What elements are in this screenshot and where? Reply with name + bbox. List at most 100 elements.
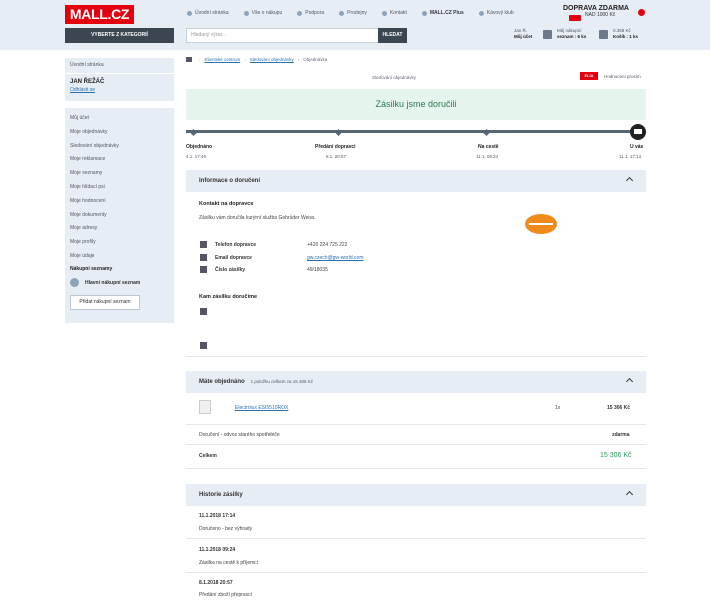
- divider: [186, 538, 646, 539]
- rating-badge[interactable]: ELIA: [580, 72, 598, 80]
- sidebar-item-orders[interactable]: Moje objednávky: [70, 127, 169, 141]
- history-text: Předání zboží přepravci: [199, 592, 252, 598]
- step-label: Objednáno: [186, 144, 213, 150]
- plus-icon: [421, 10, 427, 16]
- top-link-coffee[interactable]: Kávový klub: [478, 10, 514, 16]
- order-summary-header[interactable]: Máte objednáno 1 položku celkem za 15 306…: [186, 371, 646, 393]
- top-link-plus[interactable]: MALL.CZ Plus: [421, 10, 464, 16]
- sidebar-item-addresses[interactable]: Moje adresy: [70, 223, 169, 237]
- coffee-icon: [478, 10, 484, 16]
- sidebar-item-tracking[interactable]: Sledování objednávky: [70, 141, 169, 155]
- order-summary-title: Máte objednáno: [199, 379, 245, 385]
- breadcrumb-sep: ›: [244, 57, 246, 62]
- top-link-support[interactable]: Podpora: [297, 10, 324, 16]
- sidebar-nav: Můj účet Moje objednávky Sledování objed…: [65, 108, 174, 323]
- step-date: 8.1. 20:57: [326, 154, 347, 159]
- person-icon: [200, 308, 207, 315]
- phone-icon: [200, 342, 207, 349]
- list-icon: [70, 278, 79, 288]
- top-link-home[interactable]: Úvodní stránka: [187, 10, 229, 16]
- user-name: JAN ŘEŽÁČ: [70, 79, 105, 85]
- phone-icon: [200, 241, 207, 248]
- top-bar: MALL.CZ Úvodní stránka Vše o nákupu Podp…: [0, 0, 710, 50]
- sidebar-item-reviews[interactable]: Moje hodnocení: [70, 196, 169, 210]
- sidebar-item-details[interactable]: Moje údaje: [70, 251, 169, 265]
- chevron-up-icon[interactable]: [625, 377, 634, 386]
- rating-text[interactable]: Hodnocení prosím: [604, 74, 641, 79]
- carrier-email-label: Email dopravce: [215, 255, 252, 261]
- sidebar-item-complaints[interactable]: Moje reklamace: [70, 154, 169, 168]
- shipping-label: Doručení - odvoz starého spotřebiče: [199, 432, 280, 438]
- delivery-info-header[interactable]: Informace o doručení: [186, 170, 646, 192]
- delivered-banner: Zásilku jsme doručili: [186, 89, 646, 120]
- sidebar-user: JAN ŘEŽÁČ Odhlásit se: [65, 74, 174, 101]
- main-list-label: Hlavní nákupní seznam: [85, 279, 141, 286]
- contact-icon: [381, 10, 387, 16]
- carrier-phone-value: +420 224 725 222: [307, 242, 348, 248]
- delivery-info-title: Informace o doručení: [199, 178, 261, 184]
- history-text: Doručeno - bez výhrady: [199, 526, 253, 532]
- wishlist-link[interactable]: Můj nákupní seznam : 6 ks: [543, 28, 587, 40]
- breadcrumb-sep: ›: [297, 57, 300, 62]
- account-link[interactable]: Jan Ř. Můj účet: [514, 28, 532, 40]
- logout-link[interactable]: Odhlásit se: [70, 87, 169, 93]
- top-link-shopping[interactable]: Vše o nákupu: [243, 10, 282, 16]
- wishlist-count: seznam : 6 ks: [557, 34, 587, 39]
- top-link-contact[interactable]: Kontakt: [381, 10, 407, 16]
- product-qty: 1x: [555, 405, 561, 411]
- delivery-address-heading: Kam zásilku doručíme: [199, 294, 258, 300]
- email-icon: [200, 254, 207, 261]
- divider: [186, 356, 646, 357]
- sidebar-item-documents[interactable]: Moje dokumenty: [70, 210, 169, 224]
- account-label: Můj účet: [514, 34, 533, 39]
- divider: [186, 572, 646, 573]
- support-icon: [297, 10, 303, 16]
- sidebar-item-account[interactable]: Můj účet: [70, 113, 169, 127]
- carrier-contact-text: Zásilku vám doručila kurýrní služba Gebr…: [199, 215, 316, 221]
- breadcrumb-client-center[interactable]: Klientské centrum: [205, 57, 241, 62]
- order-summary-subtitle: 1 položku celkem za 15 306 Kč: [250, 379, 313, 384]
- truck-icon: [569, 15, 581, 21]
- promo-subtitle: NAD 1000 Kč: [585, 12, 616, 18]
- carrier-phone-label: Telefon dopravce: [215, 242, 257, 248]
- list-icon: [543, 30, 552, 39]
- breadcrumb-tracking[interactable]: Sledování objednávky: [250, 57, 294, 62]
- main-shopping-list[interactable]: Hlavní nákupní seznam: [70, 277, 169, 289]
- status-header: Sledování objednávky: [372, 75, 417, 80]
- sidebar-home-link[interactable]: Úvodní stránka: [65, 58, 174, 73]
- home-icon: [187, 10, 192, 16]
- history-text: Zásilka na cestě k příjemci: [199, 560, 258, 566]
- step-label: U vás: [630, 144, 644, 150]
- home-icon[interactable]: [186, 57, 192, 62]
- cart-count: Košík : 1 ks: [613, 34, 639, 39]
- hash-icon: [200, 266, 207, 273]
- search-button[interactable]: HLEDAT: [378, 28, 407, 43]
- sidebar-item-profiles[interactable]: Moje profily: [70, 237, 169, 251]
- mall-logo[interactable]: MALL.CZ: [65, 5, 134, 24]
- carrier-contact-heading: Kontakt na dopravce: [199, 201, 254, 207]
- free-shipping-promo[interactable]: DOPRAVA ZDARMA NAD 1000 Kč: [563, 5, 645, 21]
- shipping-value: zdarma: [612, 432, 630, 438]
- history-title: Historie zásilky: [199, 492, 243, 498]
- top-link-stores[interactable]: Prodejny: [339, 10, 367, 16]
- sidebar-item-watchdogs[interactable]: Moje hlídací psi: [70, 182, 169, 196]
- cart-link[interactable]: 0.368 Kč Košík : 1 ks: [599, 28, 639, 40]
- step-date: 4.1. 17:49: [186, 154, 207, 159]
- step-label: Předání dopravci: [315, 144, 356, 150]
- product-link[interactable]: Electrolux ESI5510ROX: [235, 405, 288, 411]
- carrier-email-link[interactable]: gw.czech@gw-world.com: [307, 255, 363, 261]
- shipment-number-value: 49/18035: [307, 267, 328, 273]
- history-time: 8.1.2018 20:57: [199, 580, 233, 586]
- chevron-up-icon[interactable]: [625, 176, 634, 185]
- search-input[interactable]: Hledaný výraz...: [186, 28, 379, 43]
- categories-button[interactable]: VYBERTE Z KATEGORIÍ: [65, 28, 174, 43]
- history-time: 11.1.2018 09:24: [199, 547, 236, 553]
- breadcrumb-order: Objednávka: [303, 57, 328, 62]
- history-header[interactable]: Historie zásilky: [186, 484, 646, 506]
- product-thumbnail[interactable]: [199, 400, 211, 414]
- chevron-up-icon[interactable]: [625, 490, 634, 499]
- history-time: 11.1.2018 17:14: [199, 513, 236, 519]
- add-list-button[interactable]: Přidat nákupní seznam: [70, 294, 140, 310]
- sidebar-item-lists[interactable]: Moje seznamy: [70, 168, 169, 182]
- promo-arrow-icon[interactable]: [638, 9, 645, 16]
